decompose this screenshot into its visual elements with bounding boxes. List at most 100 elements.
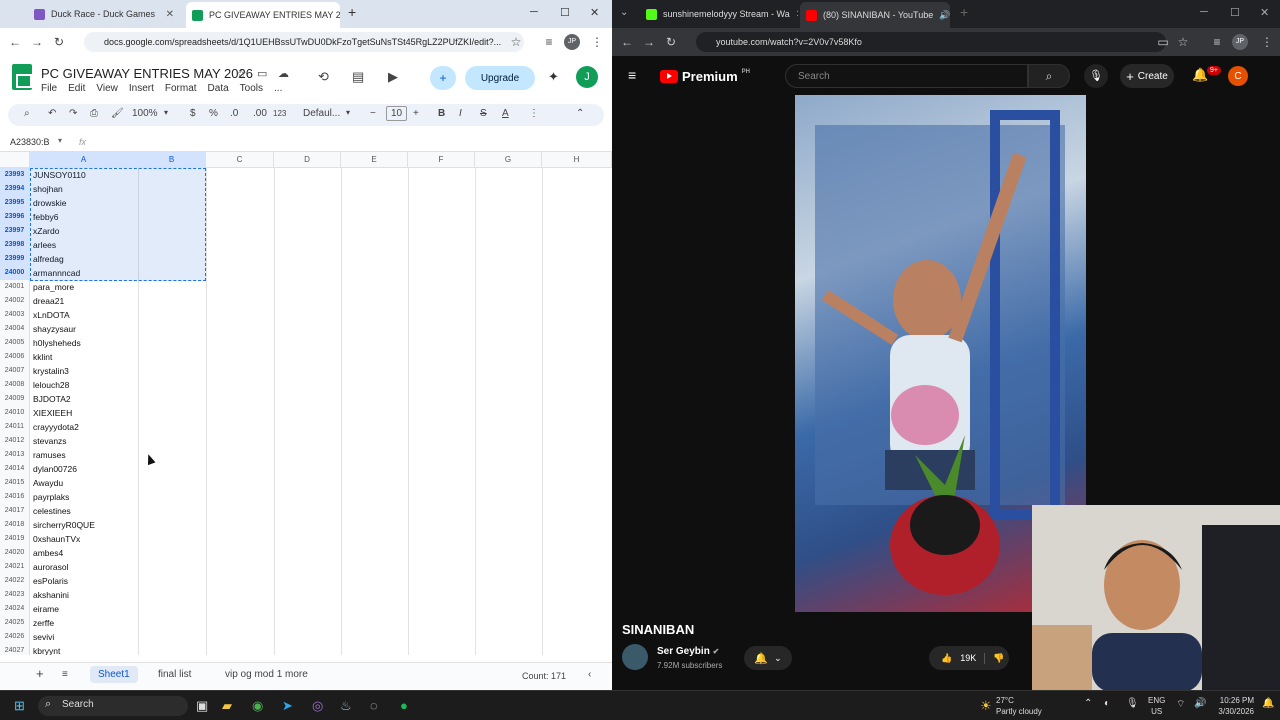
menu-edit[interactable]: Edit [68, 83, 85, 94]
corner-header[interactable] [0, 152, 30, 168]
collapse-toolbar-icon[interactable]: ⌃ [576, 108, 584, 119]
reload-icon[interactable]: ↻ [48, 35, 70, 49]
youtube-premium-logo[interactable]: Premium PH [660, 69, 750, 84]
thumbs-down-icon[interactable]: 👎 [984, 652, 1004, 664]
sheet-tab-sheet1[interactable]: Sheet1 [90, 666, 138, 683]
column-header-a[interactable]: A [30, 152, 138, 168]
weather-widget[interactable]: 27°C Partly cloudy [996, 695, 1042, 717]
increase-decimal-button[interactable]: .00 [253, 108, 267, 119]
row-number[interactable]: 24011 [0, 420, 30, 434]
tab-kick-stream[interactable]: sunshinemelodyyy Stream - Wa ✕ [640, 4, 798, 24]
new-tab-button[interactable]: + [348, 4, 356, 20]
row-number[interactable]: 24006 [0, 350, 30, 364]
row-number[interactable]: 24016 [0, 490, 30, 504]
cell-a[interactable]: crayyydota2 [33, 420, 79, 434]
like-button[interactable]: 👍 19K 👎 [929, 646, 1009, 670]
windows-start-icon[interactable]: ⊞ [14, 698, 25, 714]
tray-app-icon[interactable]: ◐ [1104, 698, 1110, 709]
history-icon[interactable]: ⟲ [318, 69, 329, 85]
table-row[interactable]: 24027 kbryynt [0, 644, 612, 655]
obs-icon[interactable]: ◎ [312, 698, 323, 714]
column-header-c[interactable]: C [206, 152, 274, 168]
cell-a[interactable]: akshanini [33, 588, 69, 602]
row-number[interactable]: 24020 [0, 546, 30, 560]
cell-a[interactable]: kbryynt [33, 644, 60, 655]
close-window-icon[interactable]: ✕ [1260, 6, 1269, 19]
all-sheets-icon[interactable]: ≡ [62, 669, 68, 680]
search-input[interactable]: Search [785, 64, 1028, 88]
volume-icon[interactable]: 🔊 [1194, 698, 1206, 709]
paint-format-icon[interactable]: 🖌 [111, 108, 124, 119]
channel-avatar[interactable] [622, 644, 648, 670]
table-row[interactable]: 24023 akshanini [0, 588, 612, 602]
row-number[interactable]: 24007 [0, 364, 30, 378]
cell-a[interactable]: Awaydu [33, 476, 63, 490]
row-number[interactable]: 23996 [0, 210, 30, 224]
table-row[interactable]: 24008 lelouch28 [0, 378, 612, 392]
row-number[interactable]: 24027 [0, 644, 30, 655]
tab-search-icon[interactable]: ≡ [1206, 35, 1228, 49]
file-explorer-icon[interactable]: ▰ [222, 698, 232, 714]
microphone-icon[interactable]: 🎙 [1126, 698, 1139, 709]
row-number[interactable]: 24026 [0, 630, 30, 644]
forward-icon[interactable]: → [638, 35, 660, 49]
move-folder-icon[interactable]: ▭ [257, 67, 267, 80]
undo-icon[interactable]: ↶ [48, 108, 56, 119]
tab-list-icon[interactable]: ⌄ [620, 7, 628, 18]
cell-a[interactable]: lelouch28 [33, 378, 69, 392]
row-number[interactable]: 23997 [0, 224, 30, 238]
cell-a[interactable]: para_more [33, 280, 74, 294]
share-icon[interactable]: + [430, 66, 456, 90]
table-row[interactable]: 24025 zerffe [0, 616, 612, 630]
table-row[interactable]: 24010 XIEXIEEH [0, 406, 612, 420]
reload-icon[interactable]: ↻ [660, 35, 682, 49]
row-number[interactable]: 24025 [0, 616, 30, 630]
row-number[interactable]: 24002 [0, 294, 30, 308]
steam-icon[interactable]: ♨ [340, 698, 352, 714]
account-avatar[interactable]: C [1228, 66, 1248, 86]
cell-a[interactable]: stevanzs [33, 434, 67, 448]
cell-a[interactable]: aurorasol [33, 560, 68, 574]
bold-button[interactable]: B [438, 108, 445, 119]
telegram-icon[interactable]: ➤ [282, 698, 293, 714]
close-window-icon[interactable]: ✕ [590, 6, 599, 19]
bookmark-star-icon[interactable]: ☆ [1172, 35, 1194, 49]
table-row[interactable]: 24024 eirame [0, 602, 612, 616]
table-row[interactable]: 24019 0xshaunTVx [0, 532, 612, 546]
star-icon[interactable]: ☆ [236, 67, 247, 81]
close-icon[interactable]: ✕ [796, 9, 798, 20]
table-row[interactable]: 24020 ambes4 [0, 546, 612, 560]
cell-a[interactable]: celestines [33, 504, 71, 518]
cell-a[interactable]: ambes4 [33, 546, 63, 560]
cell-a[interactable]: zerffe [33, 616, 54, 630]
cell-a[interactable]: h0lysheheds [33, 336, 81, 350]
table-row[interactable]: 24016 payrplaks [0, 490, 612, 504]
row-number[interactable]: 24001 [0, 280, 30, 294]
table-row[interactable]: 24006 kklint [0, 350, 612, 364]
tab-giveaway-sheet[interactable]: PC GIVEAWAY ENTRIES MAY 20 ✕ [186, 2, 340, 28]
column-header-e[interactable]: E [341, 152, 408, 168]
menu-file[interactable]: File [41, 83, 57, 94]
font-select[interactable]: Defaul... [303, 108, 340, 119]
cell-a[interactable]: ramuses [33, 448, 66, 462]
row-number[interactable]: 24023 [0, 588, 30, 602]
user-avatar[interactable]: J [576, 66, 598, 88]
cell-a[interactable]: sircherryR0QUE [33, 518, 95, 532]
gemini-icon[interactable]: ✦ [548, 69, 559, 85]
spreadsheet-grid[interactable]: A B C D E F G H 23993 JUNSOY0110 23994 shoj… [0, 152, 612, 655]
table-row[interactable]: 24026 sevivi [0, 630, 612, 644]
currency-button[interactable]: $ [190, 108, 196, 119]
italic-button[interactable]: I [459, 108, 462, 119]
row-number[interactable]: 24008 [0, 378, 30, 392]
channel-name[interactable]: Ser Geybin ✔ [657, 646, 719, 657]
row-number[interactable]: 23994 [0, 182, 30, 196]
table-row[interactable]: 24022 esPolaris [0, 574, 612, 588]
row-number[interactable]: 24021 [0, 560, 30, 574]
notifications-bell-icon[interactable]: 🔔 [1192, 67, 1208, 83]
chevron-down-icon[interactable]: ▾ [164, 108, 168, 117]
cell-a[interactable]: eirame [33, 602, 59, 616]
row-number[interactable]: 24015 [0, 476, 30, 490]
network-icon[interactable]: ⌔ [1176, 698, 1185, 711]
tab-search-icon[interactable]: ≡ [538, 35, 560, 49]
row-number[interactable]: 24004 [0, 322, 30, 336]
